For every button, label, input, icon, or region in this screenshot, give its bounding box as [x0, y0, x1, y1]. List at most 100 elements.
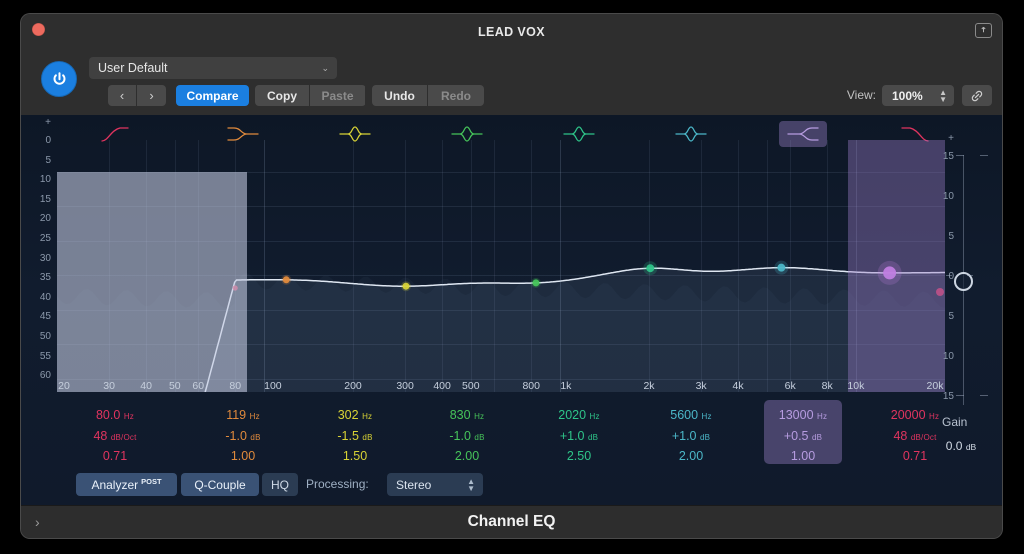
grid-line-vertical: [405, 140, 407, 392]
analyzer-scale-tick: 55: [39, 350, 51, 362]
hq-button[interactable]: HQ: [262, 473, 298, 496]
band-gain-value[interactable]: -1.5 dB: [316, 427, 394, 448]
frequency-tick-label: 40: [140, 380, 152, 392]
band-q-value[interactable]: 1.50: [316, 447, 394, 466]
freq-unit: Hz: [123, 412, 134, 421]
highpass-band-region[interactable]: [57, 171, 248, 392]
band-handle-dot[interactable]: [530, 277, 541, 288]
band-q-value[interactable]: 0.71: [76, 447, 154, 466]
band-handle-dot[interactable]: [774, 260, 789, 275]
preset-nav-group: ‹ ›: [108, 85, 166, 106]
band-5-parameters[interactable]: 2020 Hz +1.0 dB 2.50: [540, 400, 618, 464]
frequency-tick-label: 10k: [847, 380, 865, 392]
band-7-parameters[interactable]: 13000 Hz +0.5 dB 1.00: [764, 400, 842, 464]
band-frequency-value[interactable]: 20000 Hz: [876, 406, 954, 427]
analyzer-scale-tick: 45: [39, 311, 51, 323]
band-frequency-value[interactable]: 119 Hz: [204, 406, 282, 427]
band-3-parameters[interactable]: 302 Hz -1.5 dB 1.50: [316, 400, 394, 464]
eq-curve-plot[interactable]: [57, 140, 945, 392]
gain-unit: dB/Oct: [110, 432, 137, 442]
processing-dropdown[interactable]: Stereo ▲ ▼: [387, 473, 483, 496]
gain-unit: dB/Oct: [910, 432, 937, 442]
band-q-value[interactable]: 1.00: [204, 447, 282, 466]
gain-unit: dB: [587, 432, 599, 442]
page-title: LEAD VOX: [477, 25, 546, 39]
grid-line-vertical: [649, 140, 650, 392]
power-button[interactable]: [41, 61, 77, 97]
band-q-value[interactable]: 2.50: [540, 447, 618, 466]
band-8-parameters[interactable]: 20000 Hz 48 dB/Oct 0.71: [876, 400, 954, 464]
band-4-parameters[interactable]: 830 Hz -1.0 dB 2.00: [428, 400, 506, 464]
band-gain-value[interactable]: -1.0 dB: [428, 427, 506, 448]
band-gain-value[interactable]: 48 dB/Oct: [76, 427, 154, 448]
gain-number: 48: [93, 428, 108, 443]
analyzer-mode: POST: [141, 477, 162, 486]
freq-unit: Hz: [589, 412, 600, 421]
undo-button[interactable]: Undo: [372, 85, 428, 106]
analyzer-scale-tick: 5: [45, 154, 51, 166]
analyzer-scale-tick: 50: [39, 331, 51, 342]
frequency-tick-label: 6k: [784, 380, 796, 392]
gain-unit: dB: [474, 432, 485, 442]
compare-button[interactable]: Compare: [176, 85, 249, 106]
undo-redo-group: Undo Redo: [372, 85, 484, 106]
analyzer-label: Analyzer: [91, 477, 139, 492]
power-icon: [53, 71, 65, 85]
band-frequency-value[interactable]: 830 Hz: [428, 406, 506, 427]
band-gain-value[interactable]: +0.5 dB: [764, 427, 842, 448]
analyzer-scale-tick: 60: [39, 370, 51, 382]
band-handle-dot[interactable]: [643, 261, 658, 276]
band-1-parameters[interactable]: 80.0 Hz 48 dB/Oct 0.71: [76, 400, 154, 464]
band-q-value[interactable]: 1.00: [764, 447, 842, 466]
share-export-icon[interactable]: [975, 23, 992, 38]
stepper-arrows-icon: ▲ ▼: [467, 476, 475, 493]
redo-button[interactable]: Redo: [428, 85, 484, 106]
grid-line-vertical: [531, 140, 533, 392]
gain-scale-tick: 5: [948, 311, 954, 322]
frequency-tick-label: 20: [58, 380, 70, 392]
band-q-value[interactable]: 2.00: [428, 447, 506, 466]
link-chain-icon[interactable]: [962, 85, 992, 106]
frequency-tick-label: 300: [396, 380, 414, 392]
band-frequency-value[interactable]: 13000 Hz: [764, 406, 842, 427]
q-couple-button[interactable]: Q-Couple: [181, 473, 259, 496]
analyzer-scale-tick: 40: [39, 291, 51, 303]
band-gain-value[interactable]: 48 dB/Oct: [876, 427, 954, 448]
band-6-parameters[interactable]: 5600 Hz +1.0 dB 2.00: [652, 400, 730, 464]
band-gain-value[interactable]: +1.0 dB: [540, 427, 618, 448]
band-2-parameters[interactable]: 119 Hz -1.0 dB 1.00: [204, 400, 282, 464]
frequency-tick-label: 100: [264, 380, 282, 392]
band-q-value[interactable]: 0.71: [876, 447, 954, 466]
band-frequency-value[interactable]: 5600 Hz: [652, 406, 730, 427]
next-preset-button[interactable]: ›: [137, 85, 166, 106]
gain-unit: dB: [811, 432, 823, 442]
gain-number: +0.5: [783, 428, 809, 443]
view-zoom-value: 100%: [892, 88, 923, 103]
band-frequency-value[interactable]: 302 Hz: [316, 406, 394, 427]
grid-line-vertical: [766, 140, 768, 392]
frequency-tick-label: 500: [462, 380, 480, 392]
stepper-arrows-icon: ▲ ▼: [939, 87, 947, 104]
band-frequency-value[interactable]: 2020 Hz: [540, 406, 618, 427]
gain-unit: dB: [699, 432, 711, 442]
band-handle-dot[interactable]: [281, 274, 292, 285]
preset-dropdown[interactable]: User Default ⌄: [89, 57, 337, 79]
paste-button[interactable]: Paste: [310, 85, 365, 106]
view-zoom-stepper[interactable]: 100% ▲ ▼: [882, 85, 954, 106]
band-gain-value[interactable]: +1.0 dB: [652, 427, 730, 448]
freq-number: 5600: [670, 408, 699, 422]
frequency-tick-label: 200: [344, 380, 362, 392]
grid-line-vertical: [353, 140, 354, 392]
band-frequency-value[interactable]: 80.0 Hz: [76, 406, 154, 427]
freq-number: 302: [337, 408, 359, 422]
gain-value-unit: dB: [965, 442, 977, 452]
analyzer-button[interactable]: Analyzer POST: [76, 473, 177, 496]
view-label: View:: [846, 88, 876, 102]
analyzer-scale-tick: 35: [39, 272, 51, 284]
frequency-tick-label: 1k: [560, 380, 572, 392]
gain-knob-dash: [967, 275, 973, 276]
band-q-value[interactable]: 2.00: [652, 447, 730, 466]
copy-button[interactable]: Copy: [255, 85, 310, 106]
band-gain-value[interactable]: -1.0 dB: [204, 427, 282, 448]
prev-preset-button[interactable]: ‹: [108, 85, 137, 106]
